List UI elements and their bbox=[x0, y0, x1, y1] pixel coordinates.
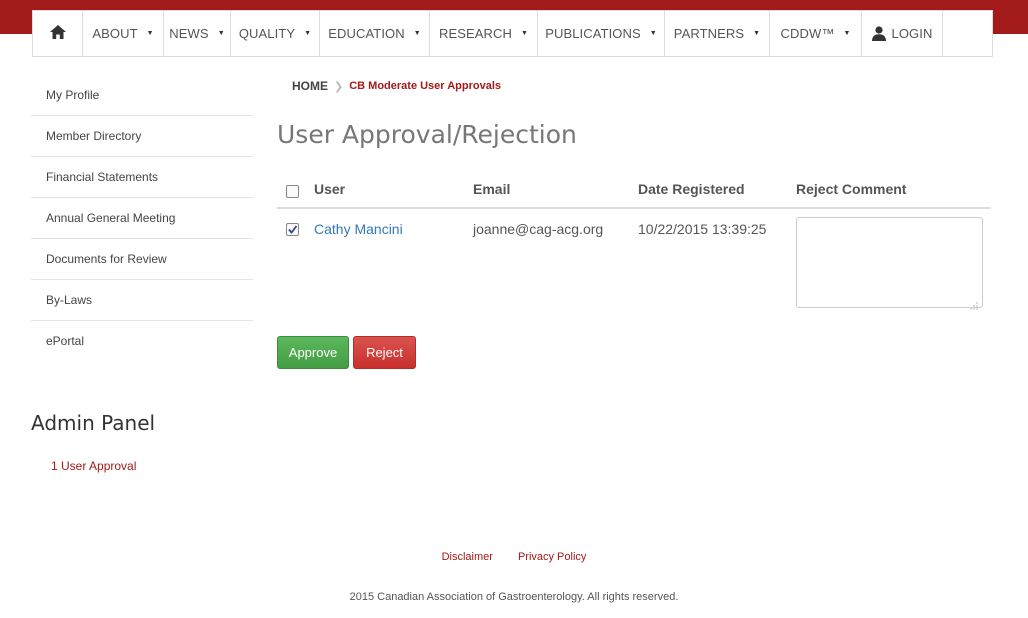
row-date-registered: 10/22/2015 13:39:25 bbox=[638, 221, 767, 237]
caret-down-icon: ▼ bbox=[146, 30, 154, 37]
breadcrumb: HOME ❯ CB Moderate User Approvals bbox=[292, 79, 501, 93]
footer-disclaimer-link[interactable]: Disclaimer bbox=[442, 551, 493, 563]
nav-education-label: EDUCATION bbox=[328, 26, 405, 41]
caret-down-icon: ▼ bbox=[649, 30, 657, 37]
checkmark-icon bbox=[288, 225, 298, 234]
nav-news-label: NEWS bbox=[169, 26, 209, 41]
breadcrumb-home[interactable]: HOME bbox=[292, 79, 328, 93]
nav-quality-label: QUALITY bbox=[238, 26, 296, 41]
chevron-right-icon: ❯ bbox=[334, 80, 344, 93]
nav-partners[interactable]: PARTNERS ▼ bbox=[665, 11, 770, 56]
row-select-checkbox[interactable] bbox=[286, 223, 299, 236]
sidebar-item-annual-general-meeting[interactable]: Annual General Meeting bbox=[31, 198, 253, 239]
caret-down-icon: ▼ bbox=[521, 30, 529, 37]
sidebar-item-eportal[interactable]: ePortal bbox=[31, 321, 253, 362]
nav-publications[interactable]: PUBLICATIONS ▼ bbox=[538, 11, 665, 56]
nav-news[interactable]: NEWS ▼ bbox=[164, 11, 231, 56]
nav-quality[interactable]: QUALITY ▼ bbox=[231, 11, 320, 56]
main-navbar: ABOUT ▼ NEWS ▼ QUALITY ▼ EDUCATION ▼ RESEARC… bbox=[32, 10, 993, 57]
nav-research[interactable]: RESEARCH ▼ bbox=[430, 11, 538, 56]
page-title: User Approval/Rejection bbox=[277, 120, 577, 149]
approve-button[interactable]: Approve bbox=[277, 336, 349, 369]
header-date-registered: Date Registered bbox=[638, 181, 745, 197]
approval-table: User Email Date Registered Reject Commen… bbox=[277, 172, 991, 310]
sidebar-menu: My Profile Member Directory Financial St… bbox=[31, 75, 253, 362]
caret-down-icon: ▼ bbox=[753, 30, 761, 37]
nav-partners-label: PARTNERS bbox=[673, 26, 745, 41]
admin-panel-title: Admin Panel bbox=[31, 411, 156, 435]
sidebar-item-financial-statements[interactable]: Financial Statements bbox=[31, 157, 253, 198]
caret-down-icon: ▼ bbox=[217, 30, 225, 37]
nav-login-label: LOGIN bbox=[891, 26, 933, 41]
sidebar-item-documents-for-review[interactable]: Documents for Review bbox=[31, 239, 253, 280]
nav-cddw[interactable]: CDDW™ ▼ bbox=[770, 11, 862, 56]
header-user: User bbox=[314, 181, 346, 197]
admin-user-approval-link[interactable]: 1 User Approval bbox=[51, 459, 136, 473]
table-header: User Email Date Registered Reject Commen… bbox=[277, 172, 991, 209]
sidebar-item-member-directory[interactable]: Member Directory bbox=[31, 116, 253, 157]
nav-home[interactable] bbox=[33, 11, 83, 56]
select-all-checkbox[interactable] bbox=[286, 185, 299, 198]
breadcrumb-current: CB Moderate User Approvals bbox=[349, 80, 502, 92]
footer-privacy-link[interactable]: Privacy Policy bbox=[518, 551, 586, 563]
nav-publications-label: PUBLICATIONS bbox=[545, 26, 641, 41]
footer-copyright: 2015 Canadian Association of Gastroenter… bbox=[349, 591, 679, 603]
sidebar-item-by-laws[interactable]: By-Laws bbox=[31, 280, 253, 321]
table-row: Cathy Mancini joanne@cag-acg.org 10/22/2… bbox=[277, 209, 991, 310]
reject-comment-textarea[interactable] bbox=[796, 217, 983, 308]
row-email: joanne@cag-acg.org bbox=[473, 221, 604, 237]
nav-login[interactable]: LOGIN bbox=[862, 11, 943, 56]
footer-links: Disclaimer Privacy Policy bbox=[0, 551, 1028, 563]
resize-grip-icon[interactable] bbox=[970, 297, 978, 315]
sidebar-item-my-profile[interactable]: My Profile bbox=[31, 75, 253, 116]
reject-button[interactable]: Reject bbox=[353, 336, 416, 369]
nav-about-label: ABOUT bbox=[92, 26, 138, 41]
nav-education[interactable]: EDUCATION ▼ bbox=[320, 11, 430, 56]
user-icon bbox=[871, 26, 886, 41]
header-email: Email bbox=[473, 181, 511, 197]
header-reject-comment: Reject Comment bbox=[796, 181, 907, 197]
caret-down-icon: ▼ bbox=[413, 30, 421, 37]
nav-research-label: RESEARCH bbox=[438, 26, 512, 41]
caret-down-icon: ▼ bbox=[843, 30, 851, 37]
nav-cddw-label: CDDW™ bbox=[780, 26, 835, 41]
nav-about[interactable]: ABOUT ▼ bbox=[83, 11, 164, 56]
home-icon bbox=[49, 25, 66, 42]
caret-down-icon: ▼ bbox=[304, 30, 312, 37]
row-user-link[interactable]: Cathy Mancini bbox=[314, 221, 403, 237]
